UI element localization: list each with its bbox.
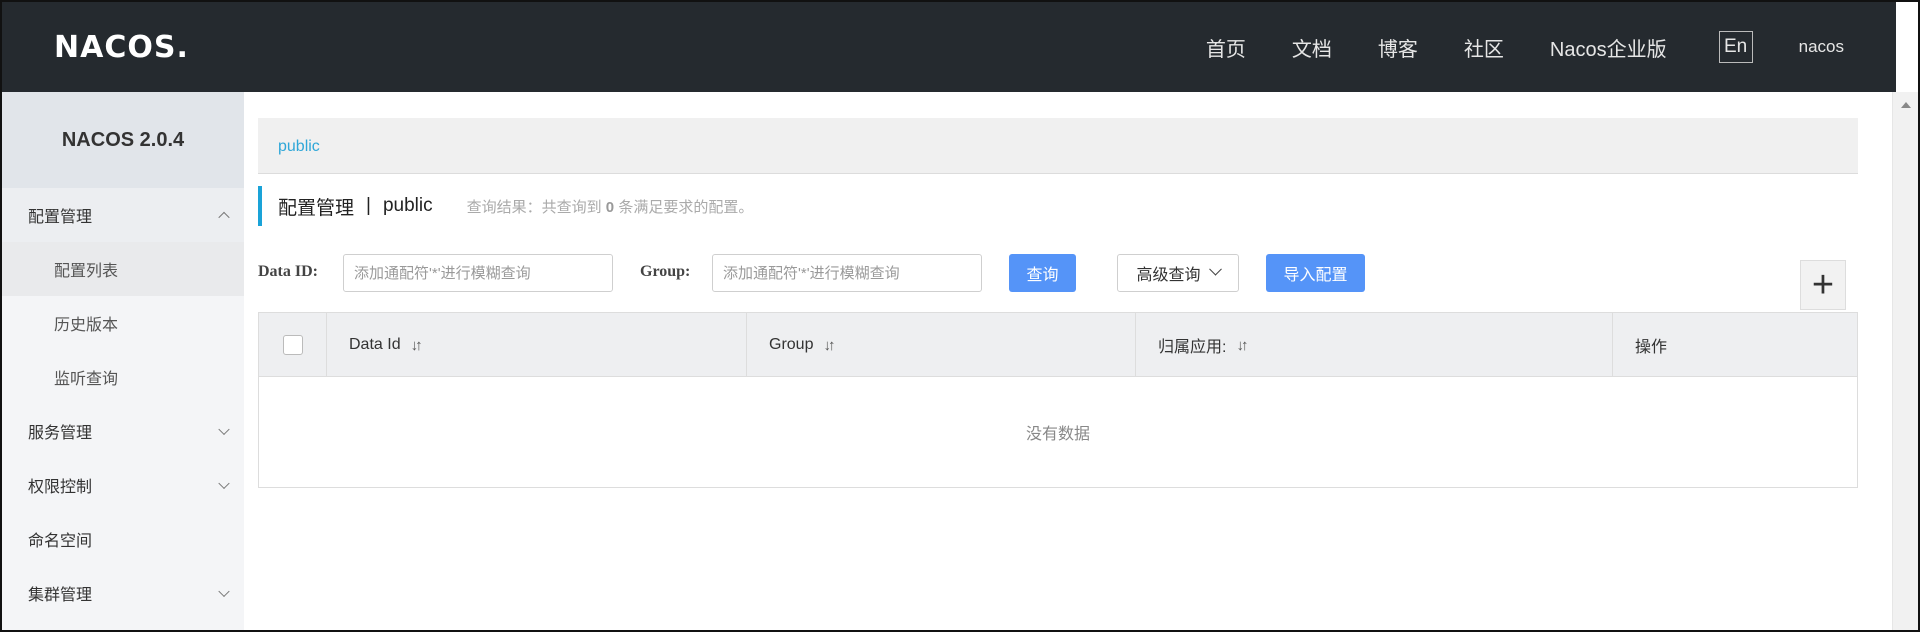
sidebar-item-config-management[interactable]: 配置管理: [2, 188, 244, 242]
sidebar-item-label: 配置管理: [28, 209, 93, 226]
nav-community[interactable]: 社区: [1464, 33, 1504, 62]
column-data-id[interactable]: Data Id ↓↑: [327, 313, 747, 377]
nav-enterprise[interactable]: Nacos企业版: [1550, 33, 1667, 62]
top-nav: 首页 文档 博客 社区 Nacos企业版 En nacos: [1160, 2, 1844, 92]
import-config-button[interactable]: 导入配置: [1266, 254, 1365, 292]
scroll-up-arrow-icon[interactable]: [1901, 102, 1911, 108]
sidebar-item-label: 服务管理: [28, 425, 93, 442]
sort-icon[interactable]: ↓↑: [823, 337, 835, 354]
group-input[interactable]: [712, 254, 982, 292]
sidebar-item-cluster-management[interactable]: 集群管理: [2, 566, 244, 620]
user-menu[interactable]: nacos: [1799, 37, 1844, 57]
table-header: Data Id ↓↑ Group ↓↑ 归属应用: ↓↑ 操作: [259, 313, 1857, 377]
nav-blog[interactable]: 博客: [1378, 33, 1418, 62]
sidebar-item-label: 命名空间: [28, 533, 93, 550]
app-window: NACOS. 首页 文档 博客 社区 Nacos企业版 En nacos NAC…: [0, 0, 1920, 632]
logo-text: NACOS.: [54, 29, 189, 65]
empty-state: 没有数据: [1025, 426, 1090, 443]
add-config-button[interactable]: +: [1800, 260, 1846, 310]
sort-icon[interactable]: ↓↑: [1236, 337, 1248, 354]
chevron-down-icon: [218, 477, 230, 490]
advanced-query-label: 高级查询: [1136, 267, 1201, 284]
sidebar: NACOS 2.0.4 配置管理 配置列表 历史版本 监听查询 服务管理 权限控…: [2, 92, 244, 630]
title-accent-bar: [258, 186, 262, 226]
sidebar-item-namespace[interactable]: 命名空间: [2, 512, 244, 566]
column-label: Data Id: [349, 336, 401, 353]
result-suffix: 条满足要求的配置。: [618, 198, 754, 216]
group-label: Group:: [640, 263, 691, 280]
chevron-down-icon: [1208, 262, 1222, 276]
column-actions: 操作: [1613, 313, 1857, 377]
page-title-row: 配置管理 | public 查询结果：共查询到 0 条满足要求的配置。: [258, 186, 753, 226]
namespace-link-public[interactable]: public: [278, 138, 320, 156]
sidebar-item-config-list[interactable]: 配置列表: [2, 242, 244, 296]
sidebar-item-history[interactable]: 历史版本: [2, 296, 244, 350]
sidebar-item-service-management[interactable]: 服务管理: [2, 404, 244, 458]
column-label: 归属应用:: [1158, 339, 1227, 356]
top-header: NACOS. 首页 文档 博客 社区 Nacos企业版 En nacos: [2, 2, 1896, 92]
result-count: 0: [605, 198, 615, 216]
nacos-logo[interactable]: NACOS.: [54, 29, 189, 65]
title-separator: |: [366, 195, 371, 216]
advanced-query-button[interactable]: 高级查询: [1117, 254, 1239, 292]
page-title: 配置管理: [278, 197, 355, 219]
vertical-scrollbar[interactable]: [1892, 92, 1918, 630]
query-button[interactable]: 查询: [1009, 254, 1076, 292]
title-namespace: public: [382, 195, 433, 216]
sort-icon[interactable]: ↓↑: [411, 337, 423, 354]
column-app[interactable]: 归属应用: ↓↑: [1136, 313, 1613, 377]
column-group[interactable]: Group ↓↑: [747, 313, 1136, 377]
sidebar-item-label: 权限控制: [28, 479, 93, 496]
data-id-label: Data ID:: [258, 263, 318, 280]
chevron-down-icon: [218, 585, 230, 598]
language-toggle-button[interactable]: En: [1718, 31, 1753, 63]
sidebar-item-access-control[interactable]: 权限控制: [2, 458, 244, 512]
nav-docs[interactable]: 文档: [1292, 33, 1332, 62]
data-id-input[interactable]: [343, 254, 613, 292]
column-label: 操作: [1635, 339, 1668, 356]
namespace-bar: public: [258, 118, 1858, 174]
nav-home[interactable]: 首页: [1206, 33, 1246, 62]
sidebar-brand: NACOS 2.0.4: [2, 92, 244, 188]
chevron-up-icon: [218, 211, 230, 224]
column-label: Group: [769, 336, 814, 353]
sidebar-item-label: 集群管理: [28, 587, 93, 604]
plus-icon: +: [1811, 264, 1835, 306]
main-content: public 配置管理 | public 查询结果：共查询到 0 条满足要求的配…: [244, 92, 1896, 630]
config-table: Data Id ↓↑ Group ↓↑ 归属应用: ↓↑ 操作 没有数据: [258, 312, 1858, 488]
result-prefix: 查询结果：共查询到: [466, 198, 602, 216]
filter-row: Data ID: Group: 查询 高级查询 导入配置: [258, 254, 1878, 292]
chevron-down-icon: [218, 423, 230, 436]
select-all-checkbox[interactable]: [282, 335, 303, 355]
sidebar-item-listener-query[interactable]: 监听查询: [2, 350, 244, 404]
header-checkbox-cell: [259, 313, 327, 377]
query-result-text: 查询结果：共查询到 0 条满足要求的配置。: [467, 196, 754, 217]
